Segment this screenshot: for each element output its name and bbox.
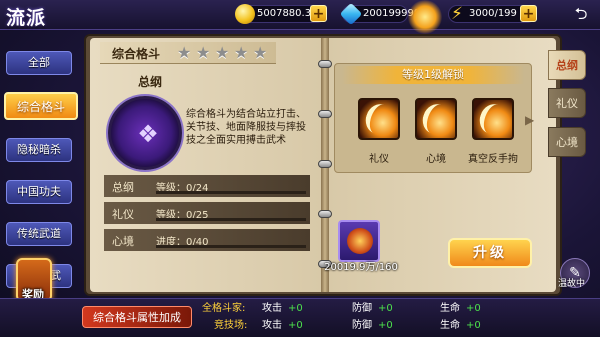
life-value: +0: [466, 303, 481, 314]
stat-label: 礼仪: [112, 208, 134, 221]
sidebar-item-kungfu[interactable]: 中国功夫: [6, 180, 72, 204]
bonus-row-label: 全格斗家:: [202, 303, 246, 314]
stat-progress-bar: [156, 218, 306, 221]
binder-ring-icon: [318, 160, 332, 168]
upgrade-button[interactable]: 升级: [448, 238, 532, 268]
energy-value: 3000/199: [469, 8, 517, 19]
flame-slash-icon: [361, 100, 397, 138]
flame-slash-icon: [418, 100, 454, 138]
sidebar-item-assassin[interactable]: 隐秘暗杀: [6, 138, 72, 162]
attack-label: 攻击: [262, 320, 282, 331]
exit-button[interactable]: ⮌: [568, 5, 594, 23]
stat-row-general[interactable]: 总纲 等级：0/24: [104, 175, 310, 197]
left-page: [90, 38, 322, 292]
medal-icon: [347, 228, 373, 254]
flame-badge-icon: [408, 0, 442, 34]
skill-etiquette-button[interactable]: [358, 98, 400, 140]
attack-value: +0: [288, 320, 303, 331]
bonus-row-label: 竞技场:: [214, 320, 248, 331]
tab-etiquette[interactable]: 礼仪: [548, 88, 586, 118]
tab-mind[interactable]: 心境: [548, 127, 586, 157]
section-title: 总纲: [138, 75, 163, 89]
skill-mind-button[interactable]: [415, 98, 457, 140]
binder-ring-icon: [318, 110, 332, 118]
style-description: 综合格斗为结合站立打击、关节技、地面降服技与摔投技之全面实用搏击武术: [186, 109, 306, 146]
stat-row-etiquette[interactable]: 礼仪 等级：0/25: [104, 202, 310, 224]
unlock-title: 等级1级解锁: [342, 66, 524, 84]
life-label: 生命: [440, 303, 460, 314]
defense-value: +0: [378, 320, 393, 331]
review-label: 温故中: [558, 279, 586, 289]
material-item-button[interactable]: [338, 220, 380, 262]
attribute-bonus-button[interactable]: 综合格斗属性加成: [82, 306, 192, 328]
back-arrow-icon: ⮌: [574, 4, 588, 23]
style-name: 综合格斗: [112, 47, 161, 61]
sidebar-item-mma[interactable]: 综合格斗: [4, 92, 78, 120]
stat-progress-bar: [156, 245, 306, 248]
star-icon: ★: [253, 43, 268, 62]
style-emblem-icon: ❖: [108, 96, 182, 170]
material-count: 20019.9万/160: [324, 262, 398, 273]
stat-label: 心境: [112, 235, 134, 248]
energy-counter: ⚡ 3000/199 +: [448, 4, 537, 24]
attack-value: +0: [288, 303, 303, 314]
skill-label: 真空反手拘: [468, 154, 518, 165]
binder-ring-icon: [318, 210, 332, 218]
sidebar-item-all[interactable]: 全部: [6, 51, 72, 75]
add-gold-button[interactable]: +: [310, 5, 327, 22]
lotus-icon: ❖: [137, 120, 159, 148]
binder-ring-icon: [318, 60, 332, 68]
star-icon: ★: [234, 43, 249, 62]
chevron-right-icon[interactable]: ▶: [525, 113, 534, 127]
tab-general[interactable]: 总纲: [548, 50, 586, 80]
gold-counter: 5007880.3万 +: [235, 4, 327, 24]
coin-icon: [235, 4, 255, 24]
stat-row-mind[interactable]: 心境 进度：0/40: [104, 229, 310, 251]
page-title: 流派: [6, 7, 47, 29]
skill-label: 心境: [426, 154, 446, 165]
defense-label: 防御: [352, 303, 372, 314]
life-value: +0: [466, 320, 481, 331]
skill-vacuum-button[interactable]: [472, 98, 514, 140]
flame-slash-icon: [475, 100, 511, 138]
star-icon: ★: [196, 43, 211, 62]
star-icon: ★: [215, 43, 230, 62]
defense-label: 防御: [352, 320, 372, 331]
defense-value: +0: [378, 303, 393, 314]
stat-progress-bar: [156, 191, 306, 194]
lightning-icon: ⚡: [451, 4, 463, 24]
attack-label: 攻击: [262, 303, 282, 314]
sidebar-item-traditional[interactable]: 传统武道: [6, 222, 72, 246]
add-energy-button[interactable]: +: [520, 5, 537, 22]
star-icon: ★: [177, 43, 192, 62]
diamond-counter: 200199999: [339, 2, 420, 26]
stat-label: 总纲: [112, 181, 134, 194]
life-label: 生命: [440, 320, 460, 331]
skill-label: 礼仪: [369, 154, 389, 165]
